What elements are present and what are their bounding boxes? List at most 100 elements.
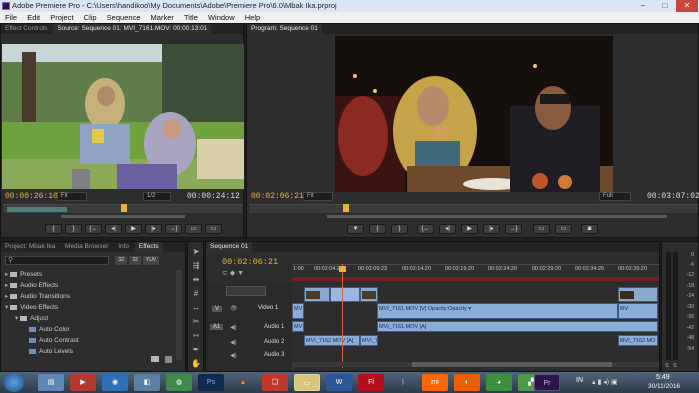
menu-window[interactable]: Window: [205, 12, 238, 23]
effect-auto-levels[interactable]: Auto Levels: [29, 347, 73, 357]
rolling-edit-tool-icon[interactable]: #: [190, 288, 202, 300]
track-select-tool-icon[interactable]: ⇶: [190, 260, 202, 272]
rate-stretch-tool-icon[interactable]: ↔: [190, 302, 202, 314]
menu-marker[interactable]: Marker: [148, 12, 177, 23]
program-extract-button[interactable]: ▭: [555, 224, 572, 234]
taskbar-files-icon[interactable]: ▭: [294, 374, 320, 391]
source-step-back-button[interactable]: ◂|: [105, 224, 122, 234]
clip-video1-right[interactable]: MV: [618, 303, 658, 319]
source-mark-out-button[interactable]: }: [65, 224, 82, 234]
taskbar-explorer-icon[interactable]: ▤: [38, 374, 64, 391]
tray-icons[interactable]: ▴ ▮ ◂) ▣: [592, 378, 632, 387]
taskbar-photoshop-icon[interactable]: Ps: [198, 374, 224, 391]
clip-video1-left[interactable]: MV: [292, 303, 304, 319]
menu-file[interactable]: File: [2, 12, 20, 23]
meter-solo-left[interactable]: S: [665, 363, 669, 369]
program-step-back-button[interactable]: ◂|: [439, 224, 456, 234]
clip-video1-main[interactable]: MVI_7161.MOV [V] Opacity:Opacity ▾: [377, 303, 618, 319]
source-timecode-current[interactable]: 00:00:26:10: [5, 192, 58, 201]
clip-audio1-left[interactable]: MV: [292, 321, 304, 332]
source-resolution-dropdown[interactable]: 1/2: [143, 192, 171, 201]
tab-info[interactable]: Info: [114, 242, 133, 252]
source-insert-button[interactable]: ▭: [185, 224, 202, 234]
speaker-icon[interactable]: ◀): [230, 339, 237, 346]
razor-tool-icon[interactable]: ✂: [190, 316, 202, 328]
clip-v2-mid[interactable]: [330, 287, 360, 302]
clip-v2-mid2[interactable]: [360, 287, 378, 302]
yuv-effects-badge[interactable]: YUV: [143, 256, 159, 265]
program-goto-in-button[interactable]: {←: [417, 224, 434, 234]
taskbar-network-icon[interactable]: ◍: [166, 374, 192, 391]
clip-audio2-mid[interactable]: MVI_7: [360, 335, 378, 346]
tab-effect-controls[interactable]: Effect Controls: [1, 24, 52, 34]
menu-edit[interactable]: Edit: [24, 12, 43, 23]
taskbar-clock-time[interactable]: 5:49: [656, 374, 670, 381]
taskbar-books-icon[interactable]: ❑: [262, 374, 288, 391]
taskbar-bluetooth-icon[interactable]: ᛒ: [390, 374, 416, 391]
program-fit-dropdown[interactable]: Fit: [303, 192, 333, 201]
minimize-button[interactable]: –: [632, 0, 654, 12]
taskbar-media-icon[interactable]: ▶: [70, 374, 96, 391]
source-timeruler[interactable]: [3, 204, 243, 213]
source-mark-in-button[interactable]: {: [45, 224, 62, 234]
source-zoom-scrollbar[interactable]: [61, 215, 185, 218]
clip-v2-right[interactable]: [618, 287, 658, 302]
effects-folder-video-effects[interactable]: ▾ Video Effects: [5, 303, 58, 313]
32bit-effects-badge[interactable]: 32: [129, 256, 141, 265]
track-v-target[interactable]: V: [212, 306, 223, 312]
program-lift-button[interactable]: ▭: [533, 224, 550, 234]
track-a1-target[interactable]: A1: [210, 324, 224, 330]
eye-icon[interactable]: 👁: [230, 305, 238, 312]
source-playhead[interactable]: [121, 204, 127, 212]
menu-project[interactable]: Project: [47, 12, 76, 23]
taskbar-clock-date[interactable]: 30/11/2016: [648, 383, 680, 390]
program-mark-in-button[interactable]: {: [369, 224, 386, 234]
effects-folder-audio-transitions[interactable]: ▸ Audio Transitions: [5, 292, 70, 302]
taskbar-firefox-icon[interactable]: ◐: [454, 374, 480, 391]
speaker-icon[interactable]: ◀): [230, 352, 237, 359]
accelerated-effects-badge[interactable]: 32: [115, 256, 127, 265]
timeline-scrollbar[interactable]: [292, 362, 659, 367]
effect-auto-contrast[interactable]: Auto Contrast: [29, 336, 79, 346]
program-add-marker-button[interactable]: ▼: [347, 224, 364, 234]
hand-tool-icon[interactable]: ✋: [190, 358, 202, 370]
program-goto-out-button[interactable]: →}: [505, 224, 522, 234]
clip-audio2-right[interactable]: MVI_7162.MO: [618, 335, 658, 346]
timeline-ruler[interactable]: 1:00 00:02:04:23 00:02:09:23 00:02:14:20…: [292, 264, 659, 276]
start-button[interactable]: [4, 373, 24, 392]
menu-help[interactable]: Help: [242, 12, 263, 23]
effects-folder-presets[interactable]: ▸ Presets: [5, 270, 42, 280]
clip-v2-left[interactable]: [304, 287, 330, 302]
program-playhead[interactable]: [343, 204, 349, 212]
program-step-forward-button[interactable]: |▸: [483, 224, 500, 234]
effects-search-input[interactable]: ⚲: [5, 256, 109, 265]
maximize-button[interactable]: □: [654, 0, 676, 12]
effect-auto-color[interactable]: Auto Color: [29, 325, 70, 335]
tab-media-browser[interactable]: Media Browser: [61, 242, 112, 252]
effects-folder-audio-effects[interactable]: ▸ Audio Effects: [5, 281, 58, 291]
source-goto-out-button[interactable]: →}: [165, 224, 182, 234]
selection-tool-icon[interactable]: ➤: [190, 246, 202, 258]
slip-tool-icon[interactable]: ⇿: [190, 330, 202, 342]
timeline-playhead[interactable]: [342, 264, 343, 368]
clip-audio2-left[interactable]: MVI_7162.MOV [A]: [304, 335, 360, 346]
source-step-forward-button[interactable]: |▸: [145, 224, 162, 234]
source-goto-in-button[interactable]: {←: [85, 224, 102, 234]
program-play-button[interactable]: ▶: [461, 224, 478, 234]
speaker-icon[interactable]: ◀): [230, 324, 237, 331]
track-v2-header[interactable]: [226, 286, 266, 296]
program-zoom-scrollbar[interactable]: [327, 215, 667, 218]
source-play-button[interactable]: ▶: [125, 224, 142, 234]
tab-program[interactable]: Program: Sequence 01: [247, 24, 322, 34]
taskbar-vlc-icon[interactable]: ▲: [230, 374, 256, 391]
source-fit-dropdown[interactable]: Fit: [57, 192, 87, 201]
language-indicator[interactable]: IN: [576, 377, 583, 384]
program-timecode-current[interactable]: 00:02:06:21: [251, 192, 304, 201]
taskbar-premiere-icon[interactable]: Pr: [534, 374, 560, 391]
effects-folder-adjust[interactable]: ▾ Adjust: [15, 314, 48, 324]
taskbar-word-icon[interactable]: W: [326, 374, 352, 391]
source-overwrite-button[interactable]: ▭: [205, 224, 222, 234]
menu-title[interactable]: Title: [181, 12, 201, 23]
taskbar-wmp-icon[interactable]: ◉: [102, 374, 128, 391]
timeline-snap-icons[interactable]: ⊂ ◆ ▼: [222, 269, 286, 277]
